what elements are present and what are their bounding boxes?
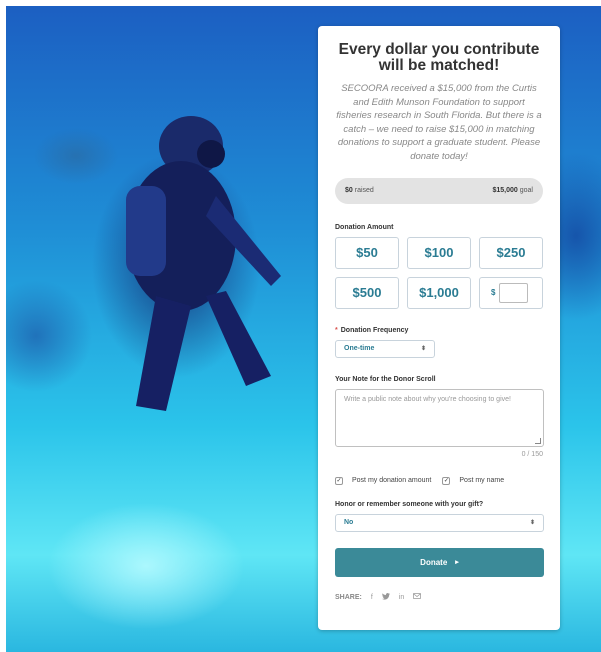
raised-label: raised (352, 187, 374, 195)
progress-bar: $0 raised $15,000 goal (335, 177, 543, 204)
custom-amount-field[interactable]: $ (479, 276, 543, 309)
post-amount-label: Post my donation amount (352, 477, 432, 485)
note-label: Your Note for the Donor Scroll (335, 375, 436, 383)
goal-label: goal (517, 187, 533, 195)
frequency-select[interactable]: One-time ⬍ (335, 339, 435, 358)
share-label: SHARE: (335, 593, 362, 601)
twitter-icon[interactable] (381, 592, 390, 602)
email-icon[interactable] (413, 593, 422, 601)
campaign-intro: SECOORA received a $15,000 from the Curt… (336, 83, 542, 162)
raised-amount: $0 (345, 187, 353, 195)
resize-handle-icon[interactable] (535, 437, 541, 444)
amount-option-100[interactable]: $100 (407, 236, 471, 269)
frequency-label: * Donation Frequency (335, 327, 543, 334)
diver-image (126, 116, 281, 411)
donation-amount-label: Donation Amount (335, 223, 394, 231)
amount-option-1000[interactable]: $1,000 (407, 276, 471, 309)
note-placeholder: Write a public note about why you're cho… (344, 395, 511, 403)
raised-text: $0 raised (345, 187, 374, 194)
required-marker: * (335, 326, 338, 334)
campaign-headline: Every dollar you contribute will be matc… (338, 41, 540, 74)
post-options: ✓ Post my donation amount ✓ Post my name (335, 476, 543, 485)
select-arrows-icon: ⬍ (420, 346, 426, 353)
amount-option-50[interactable]: $50 (335, 236, 399, 269)
post-name-label: Post my name (459, 477, 505, 485)
post-amount-checkbox[interactable]: ✓ (335, 476, 343, 485)
post-name-checkbox[interactable]: ✓ (442, 476, 451, 485)
frequency-label-text: Donation Frequency (340, 326, 409, 334)
post-name-option[interactable]: ✓ Post my name (442, 476, 505, 485)
donation-card: Every dollar you contribute will be matc… (318, 26, 560, 630)
honor-selected: No (344, 519, 354, 527)
honor-select[interactable]: No ⬍ (335, 513, 544, 532)
amount-option-500[interactable]: $500 (335, 276, 399, 309)
note-char-counter: 0 / 150 (521, 450, 543, 458)
goal-text: $15,000 goal (493, 187, 534, 194)
amount-option-250[interactable]: $250 (479, 236, 543, 269)
donor-note-textarea[interactable]: Write a public note about why you're cho… (335, 388, 544, 447)
honor-label: Honor or remember someone with your gift… (335, 500, 484, 508)
facebook-icon[interactable]: f (371, 594, 373, 601)
arrow-right-icon: ▸ (455, 559, 459, 567)
select-arrows-icon: ⬍ (529, 520, 535, 527)
post-amount-option[interactable]: ✓ Post my donation amount (335, 476, 432, 485)
goal-amount: $15,000 (492, 187, 518, 195)
currency-symbol: $ (491, 288, 496, 298)
linkedin-icon[interactable]: in (399, 594, 404, 601)
custom-amount-input[interactable] (499, 282, 529, 303)
frequency-selected: One-time (344, 345, 375, 353)
donate-button[interactable]: Donate ▸ (335, 547, 544, 577)
amount-options: $50 $100 $250 $500 $1,000 $ (335, 236, 543, 309)
donate-label: Donate (420, 557, 448, 567)
share-bar: SHARE: f in (335, 592, 543, 602)
